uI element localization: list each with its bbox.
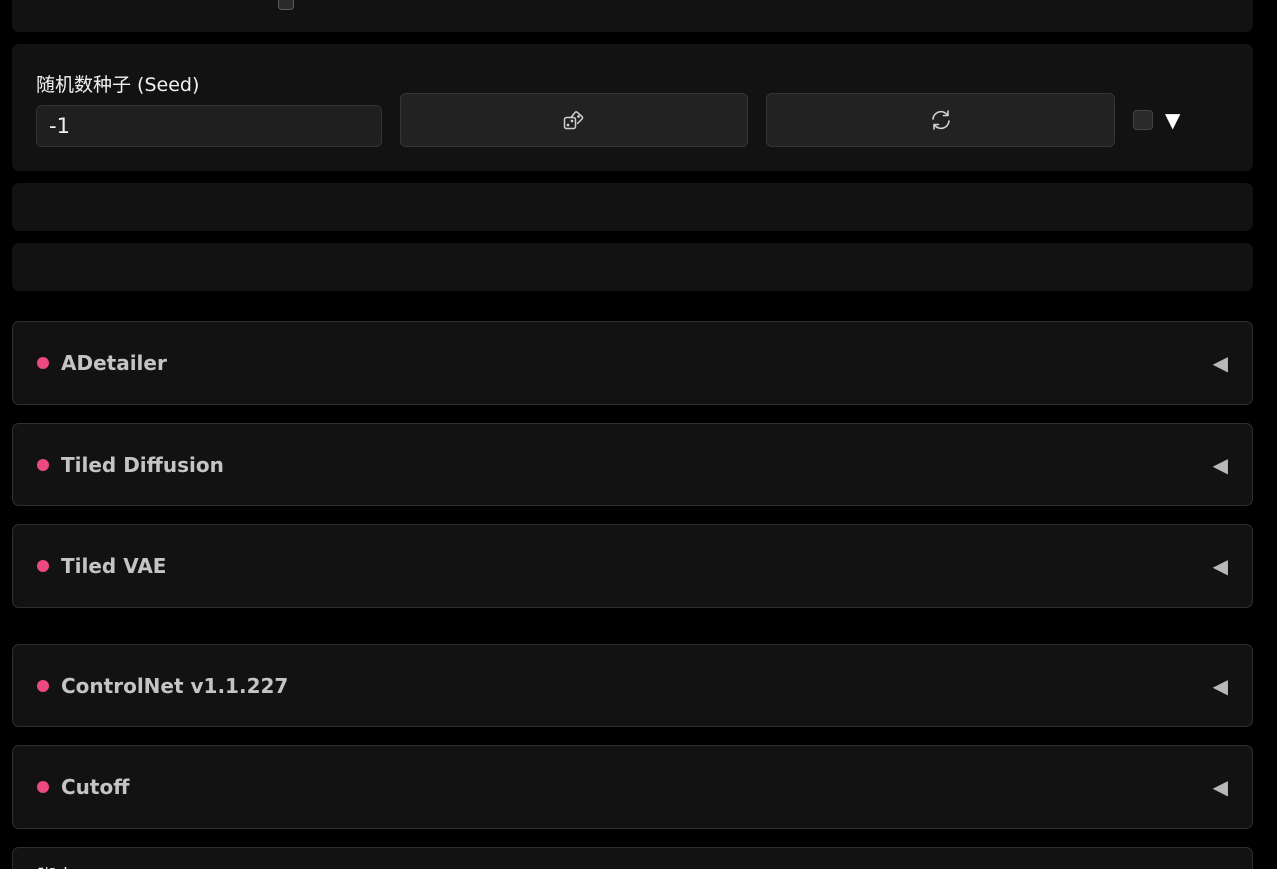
accordion-title: Cutoff bbox=[61, 775, 130, 799]
chevron-left-icon: ◀ bbox=[1212, 452, 1228, 477]
script-label: 脚本 bbox=[37, 862, 75, 869]
status-dot bbox=[37, 679, 49, 692]
empty-panel bbox=[12, 243, 1253, 291]
accordion-title: ADetailer bbox=[61, 351, 167, 375]
recycle-icon bbox=[931, 110, 950, 130]
accordion-adetailer[interactable]: ADetailer ◀ bbox=[12, 321, 1253, 405]
seed-input[interactable] bbox=[36, 105, 382, 147]
status-dot bbox=[37, 781, 49, 793]
status-dot bbox=[37, 560, 49, 572]
chevron-left-icon: ◀ bbox=[1212, 775, 1228, 799]
accordion-title: Tiled VAE bbox=[61, 554, 167, 578]
accordion-title: Tiled Diffusion bbox=[61, 452, 224, 477]
settings-page: 随机数种子 (Seed) ▼ ADetailer bbox=[0, 0, 1277, 869]
slider-thumb[interactable] bbox=[278, 0, 294, 10]
dice-icon bbox=[563, 111, 584, 130]
extra-seed-toggle-icon[interactable]: ▼ bbox=[1165, 108, 1180, 132]
slider-panel bbox=[12, 0, 1253, 32]
chevron-left-icon: ◀ bbox=[1212, 351, 1228, 375]
accordion-title: ControlNet v1.1.227 bbox=[61, 673, 289, 698]
empty-panel bbox=[12, 183, 1253, 231]
status-dot bbox=[37, 458, 49, 471]
extra-seed-checkbox[interactable] bbox=[1133, 110, 1153, 130]
accordion-cutoff[interactable]: Cutoff ◀ bbox=[12, 745, 1253, 829]
random-seed-button[interactable] bbox=[400, 93, 748, 147]
reuse-seed-button[interactable] bbox=[766, 93, 1115, 147]
accordion-tiled-vae[interactable]: Tiled VAE ◀ bbox=[12, 524, 1253, 608]
chevron-left-icon: ◀ bbox=[1212, 554, 1228, 578]
seed-label: 随机数种子 (Seed) bbox=[36, 74, 200, 96]
chevron-left-icon: ◀ bbox=[1212, 673, 1228, 698]
accordion-controlnet[interactable]: ControlNet v1.1.227 ◀ bbox=[12, 644, 1253, 727]
script-panel: 脚本 bbox=[12, 847, 1253, 869]
seed-panel: 随机数种子 (Seed) ▼ bbox=[12, 44, 1253, 171]
accordion-tiled-diffusion[interactable]: Tiled Diffusion ◀ bbox=[12, 423, 1253, 506]
status-dot bbox=[37, 357, 49, 369]
